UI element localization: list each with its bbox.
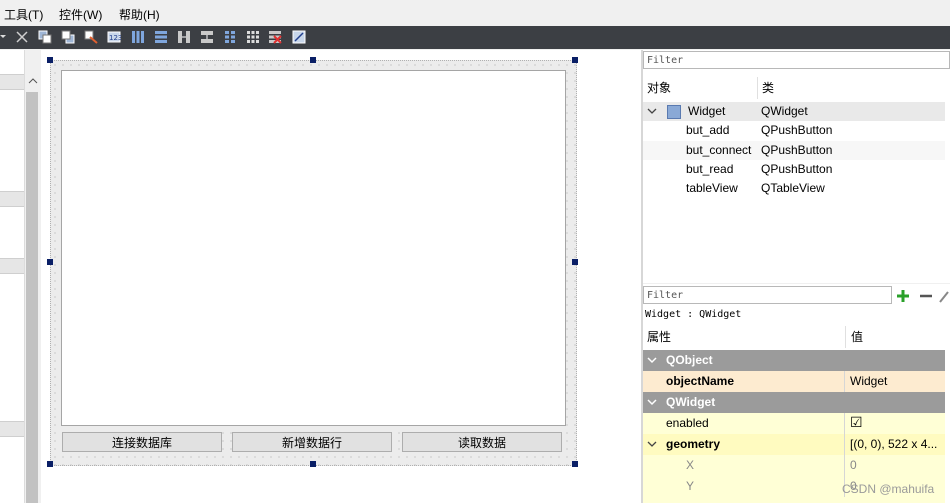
widget-grid-icon (667, 105, 681, 119)
watermark: CSDN @mahuifa (842, 482, 935, 496)
chevron-down-icon[interactable] (0, 30, 6, 44)
tree-class-name: QPushButton (761, 162, 833, 176)
chevron-down-icon[interactable] (647, 440, 657, 448)
resize-handle[interactable] (47, 57, 53, 63)
connect-db-button[interactable]: 连接数据库 (62, 432, 222, 452)
property-name: geometry (666, 437, 721, 451)
tree-class-name: QWidget (761, 104, 808, 118)
menu-help[interactable]: 帮助(H) (119, 6, 160, 23)
checkbox-checked[interactable]: ☑ (850, 413, 863, 434)
tree-object-name: but_read (686, 162, 734, 176)
section-label: QWidget (666, 395, 716, 409)
splitter-horizontal-icon[interactable] (177, 30, 191, 44)
break-layout-icon[interactable] (268, 30, 282, 44)
column-separator (757, 77, 758, 99)
property-row-objectname[interactable]: objectName Widget (643, 371, 945, 392)
read-data-button[interactable]: 读取数据 (402, 432, 562, 452)
property-name: X (686, 458, 695, 472)
menu-tools[interactable]: 工具(T) (4, 6, 43, 23)
column-header-object[interactable]: 对象 (647, 77, 671, 99)
tree-object-name: tableView (686, 181, 738, 195)
property-filter-input[interactable]: Filter (643, 286, 892, 304)
close-icon[interactable] (15, 30, 29, 44)
table-view[interactable] (61, 70, 566, 426)
scrollbar-thumb[interactable] (26, 92, 38, 503)
resize-handle[interactable] (310, 461, 316, 467)
tree-row[interactable]: tableView QTableView (643, 179, 945, 198)
plus-icon[interactable] (895, 288, 911, 304)
tree-row[interactable]: but_read QPushButton (643, 160, 945, 179)
tree-class-name: QPushButton (761, 123, 833, 137)
tree-class-name: QTableView (761, 181, 825, 195)
layout-horizontal-icon[interactable] (131, 30, 145, 44)
tree-row[interactable]: but_connect QPushButton (643, 141, 945, 160)
resize-handle[interactable] (47, 259, 53, 265)
column-header-class[interactable]: 类 (762, 77, 774, 99)
column-header-property[interactable]: 属性 (647, 326, 671, 348)
chevron-down-icon[interactable] (647, 356, 657, 364)
property-row-enabled[interactable]: enabled ☑ (643, 413, 945, 434)
property-name: Y (686, 479, 695, 493)
tree-object-name: but_add (686, 123, 730, 137)
edit-taborder-icon[interactable]: 123 (107, 30, 122, 44)
resize-handle[interactable] (572, 461, 578, 467)
resize-handle[interactable] (47, 461, 53, 467)
tree-row[interactable]: but_add QPushButton (643, 121, 945, 140)
property-row-partial (643, 497, 945, 503)
tree-object-name: but_connect (686, 143, 752, 157)
chevron-up-icon[interactable] (28, 77, 38, 85)
toolbar: 123 (0, 26, 950, 49)
edit-buddies-icon[interactable] (84, 30, 98, 44)
column-header-value[interactable]: 值 (851, 326, 863, 348)
add-row-button[interactable]: 新增数据行 (232, 432, 392, 452)
tree-class-name: QPushButton (761, 143, 833, 157)
menu-bar: 工具(T) 控件(W) 帮助(H) (0, 0, 950, 26)
property-value[interactable]: [(0, 0), 522 x 4... (850, 434, 937, 455)
resize-handle[interactable] (310, 57, 316, 63)
property-name: objectName (666, 374, 735, 388)
menu-widgets[interactable]: 控件(W) (59, 6, 102, 23)
object-filter-input[interactable]: Filter (643, 51, 950, 69)
property-row-geometry[interactable]: geometry [(0, 0), 522 x 4... (643, 434, 945, 455)
property-value[interactable]: 0 (850, 455, 857, 476)
property-row-x[interactable]: X 0 (643, 455, 945, 476)
resize-handle[interactable] (572, 57, 578, 63)
section-label: QObject (666, 353, 713, 367)
property-section-qwidget[interactable]: QWidget (643, 392, 945, 413)
resize-handle[interactable] (572, 259, 578, 265)
column-separator (845, 326, 846, 348)
category-header[interactable] (0, 258, 24, 274)
widget-box-panel (0, 50, 24, 503)
tree-object-name: Widget (688, 104, 726, 118)
adjust-size-icon[interactable] (292, 30, 306, 44)
splitter-vertical-icon[interactable] (200, 30, 214, 44)
svg-text:123: 123 (109, 34, 121, 42)
tree-row-selected[interactable]: Widget QWidget (643, 102, 945, 121)
property-name: enabled (666, 416, 709, 430)
layout-vertical-icon[interactable] (154, 30, 168, 44)
layout-grid-icon[interactable] (246, 30, 260, 44)
category-header[interactable] (0, 74, 24, 90)
property-context-label: Widget : QWidget (645, 309, 742, 320)
wrench-icon[interactable] (938, 288, 950, 304)
chevron-down-icon[interactable] (647, 398, 657, 406)
send-back-icon[interactable] (61, 30, 75, 44)
category-header[interactable] (0, 421, 24, 437)
minus-icon[interactable] (918, 288, 934, 304)
chevron-down-icon[interactable] (647, 107, 657, 115)
property-value[interactable]: Widget (850, 371, 887, 392)
layout-form-icon[interactable] (223, 30, 237, 44)
category-header[interactable] (0, 191, 24, 207)
property-section-qobject[interactable]: QObject (643, 350, 945, 371)
bring-front-icon[interactable] (38, 30, 52, 44)
